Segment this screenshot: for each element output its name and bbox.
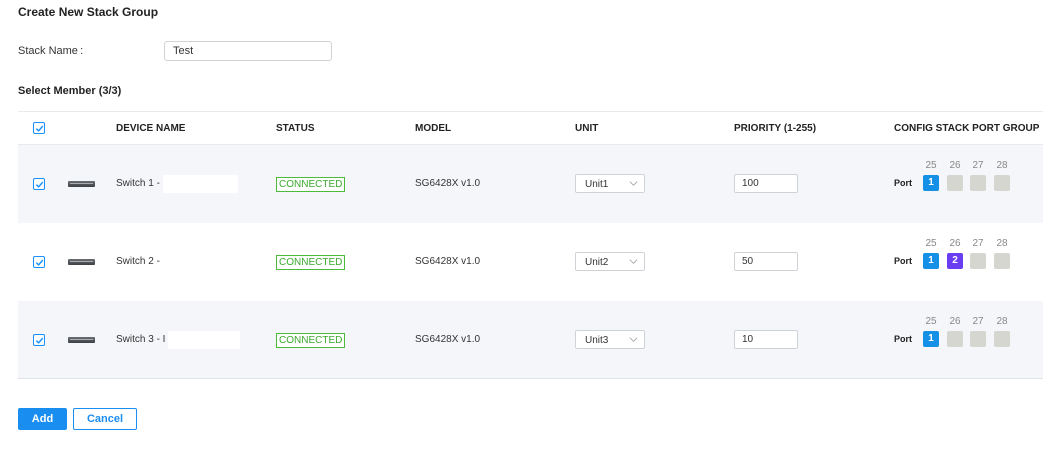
- port-number-28: 28: [996, 316, 1008, 327]
- port-number-27: 27: [972, 238, 984, 249]
- switch-device-icon: [68, 181, 95, 187]
- chevron-down-icon: [629, 181, 638, 186]
- redaction-block: [163, 175, 238, 193]
- unit-select[interactable]: Unit3: [575, 330, 645, 349]
- unit-select-value: Unit3: [585, 335, 609, 346]
- port-number-25: 25: [925, 316, 937, 327]
- table-row: Switch 3 - I CONNECTED SG6428X v1.0 Unit…: [18, 301, 1043, 379]
- chevron-down-icon: [629, 337, 638, 342]
- port-toggle-26[interactable]: 2: [947, 253, 963, 269]
- unit-select-value: Unit1: [585, 179, 609, 190]
- check-icon: [35, 337, 43, 344]
- members-table: DEVICE NAME STATUS MODEL UNIT PRIORITY (…: [18, 111, 1043, 379]
- priority-input[interactable]: [734, 330, 798, 349]
- port-toggle-27[interactable]: [970, 331, 986, 347]
- switch-device-icon: [68, 259, 95, 265]
- column-header-unit: UNIT: [575, 123, 599, 134]
- device-name: Switch 2 -: [116, 256, 160, 267]
- redaction-block: [168, 331, 240, 349]
- port-toggle-25[interactable]: 1: [923, 175, 939, 191]
- port-number-28: 28: [996, 238, 1008, 249]
- table-row: Switch 2 - CONNECTED SG6428X v1.0 Unit2 …: [18, 223, 1043, 301]
- status-badge: CONNECTED: [276, 177, 346, 192]
- port-label: Port: [894, 256, 912, 266]
- stack-name-input[interactable]: [164, 41, 332, 61]
- column-header-priority: PRIORITY (1-255): [734, 123, 817, 134]
- member-checkbox[interactable]: [33, 256, 45, 268]
- member-checkbox[interactable]: [33, 178, 45, 190]
- member-checkbox[interactable]: [33, 334, 45, 346]
- port-number-25: 25: [925, 238, 937, 249]
- port-label: Port: [894, 178, 912, 188]
- column-header-config-stack-port-group: CONFIG STACK PORT GROUP: [894, 123, 1040, 134]
- port-toggle-25[interactable]: 1: [923, 253, 939, 269]
- cancel-button[interactable]: Cancel: [73, 408, 137, 430]
- port-number-26: 26: [949, 160, 961, 171]
- table-header: DEVICE NAME STATUS MODEL UNIT PRIORITY (…: [18, 112, 1043, 145]
- unit-select[interactable]: Unit1: [575, 174, 645, 193]
- port-number-27: 27: [972, 316, 984, 327]
- port-toggle-28[interactable]: [994, 331, 1010, 347]
- add-button[interactable]: Add: [18, 408, 67, 430]
- device-name: Switch 1 -: [116, 178, 160, 189]
- status-badge: CONNECTED: [276, 333, 346, 348]
- column-header-status: STATUS: [276, 123, 315, 134]
- port-number-28: 28: [996, 160, 1008, 171]
- check-icon: [35, 259, 43, 266]
- check-icon: [35, 181, 43, 188]
- priority-input[interactable]: [734, 252, 798, 271]
- port-number-26: 26: [949, 238, 961, 249]
- stack-name-label: Stack Name :: [18, 45, 84, 57]
- port-toggle-25[interactable]: 1: [923, 331, 939, 347]
- page-title: Create New Stack Group: [18, 5, 159, 19]
- model-text: SG6428X v1.0: [415, 334, 481, 345]
- port-toggle-27[interactable]: [970, 253, 986, 269]
- priority-input[interactable]: [734, 174, 798, 193]
- select-all-checkbox[interactable]: [33, 122, 45, 134]
- unit-select-value: Unit2: [585, 257, 609, 268]
- port-toggle-27[interactable]: [970, 175, 986, 191]
- port-toggle-26[interactable]: [947, 331, 963, 347]
- table-row: Switch 1 - CONNECTED SG6428X v1.0 Unit1 …: [18, 145, 1043, 223]
- model-text: SG6428X v1.0: [415, 256, 481, 267]
- model-text: SG6428X v1.0: [415, 178, 481, 189]
- column-header-model: MODEL: [415, 123, 452, 134]
- port-number-26: 26: [949, 316, 961, 327]
- port-toggle-28[interactable]: [994, 253, 1010, 269]
- port-label: Port: [894, 334, 912, 344]
- switch-device-icon: [68, 337, 95, 343]
- port-toggle-26[interactable]: [947, 175, 963, 191]
- status-badge: CONNECTED: [276, 255, 346, 270]
- device-name: Switch 3 - I: [116, 334, 166, 345]
- chevron-down-icon: [629, 259, 638, 264]
- port-number-27: 27: [972, 160, 984, 171]
- port-number-25: 25: [925, 160, 937, 171]
- unit-select[interactable]: Unit2: [575, 252, 645, 271]
- column-header-device-name: DEVICE NAME: [116, 123, 186, 134]
- port-toggle-28[interactable]: [994, 175, 1010, 191]
- select-member-title: Select Member (3/3): [18, 85, 122, 97]
- check-icon: [35, 125, 43, 132]
